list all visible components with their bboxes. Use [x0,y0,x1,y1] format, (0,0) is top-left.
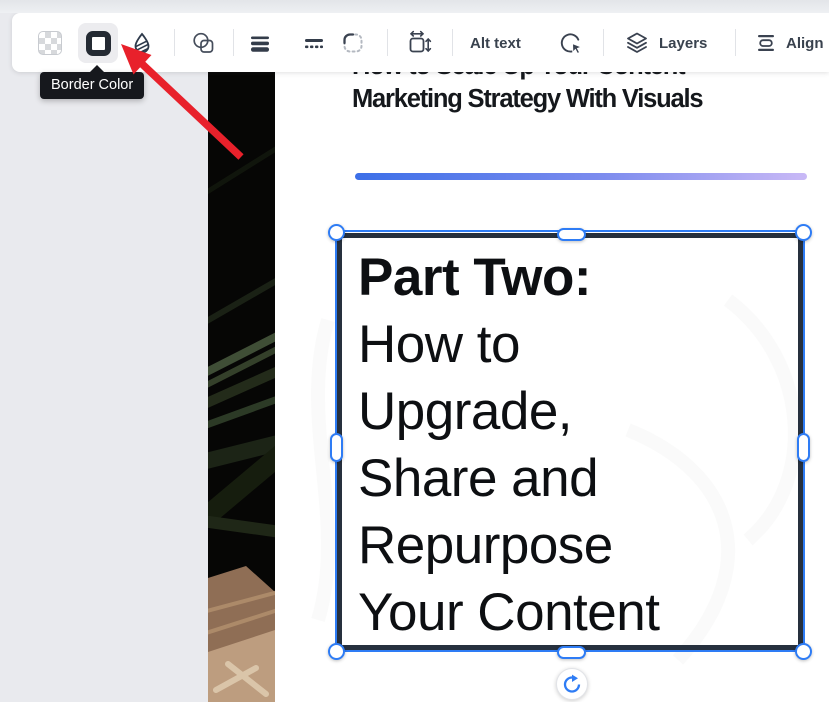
border-color-tooltip: Border Color [40,72,144,99]
border-style-button[interactable] [294,23,334,63]
gradient-divider-line[interactable] [355,173,807,180]
text-line-bold: Part Two: [358,244,798,311]
context-toolbar: Alt text Layers [12,13,829,72]
toolbar-divider [452,29,453,56]
toolbar-divider [387,29,388,56]
click-circle-icon [557,30,584,57]
corner-rounding-icon [341,31,365,55]
text-line: Your Content [358,579,798,646]
resize-handle-top-right[interactable] [795,224,812,241]
resize-icon [406,30,432,56]
text-line: How to [358,311,798,378]
overlap-shapes-button[interactable] [184,23,224,63]
animate-click-button[interactable] [550,23,590,63]
border-color-icon [86,31,111,56]
resize-handle-left[interactable] [330,433,343,462]
resize-handle-top[interactable] [557,228,586,241]
align-button[interactable]: Align [755,23,824,63]
corner-rounding-button[interactable] [333,23,373,63]
selected-text-box[interactable]: Part Two: How to Upgrade, Share and Repu… [337,233,803,650]
droplet-icon [130,31,154,55]
resize-handle-bottom-left[interactable] [328,643,345,660]
toolbar-divider [174,29,175,56]
transparency-grid-button[interactable] [30,23,70,63]
alt-text-label: Alt text [470,35,521,52]
align-icon [755,32,777,54]
layers-button[interactable]: Layers [624,23,707,63]
layers-label: Layers [659,35,707,52]
tooltip-label: Border Color [51,77,133,93]
rotate-icon [560,672,584,696]
border-style-icon [302,31,326,55]
resize-handle-right[interactable] [797,433,810,462]
toolbar-divider [603,29,604,56]
layers-icon [624,31,650,55]
side-panel [0,0,208,702]
border-color-button[interactable] [78,23,118,63]
heading-line2: Marketing Strategy With Visuals [352,83,822,116]
transparency-grid-icon [38,31,62,55]
tooltip-caret [90,65,104,72]
resize-handle-bottom[interactable] [557,646,586,659]
resize-button[interactable] [399,23,439,63]
text-line: Share and [358,445,798,512]
plant-photo-strip[interactable] [208,0,275,702]
toolbar-divider [735,29,736,56]
align-label: Align [786,35,824,52]
alt-text-button[interactable]: Alt text [470,23,521,63]
overlap-shapes-icon [191,31,217,56]
resize-handle-top-left[interactable] [328,224,345,241]
top-bar-edge [0,0,829,13]
rotate-handle[interactable] [556,668,588,700]
toolbar-divider [233,29,234,56]
canva-editor: How to Scale Up Your Content Marketing S… [0,0,829,702]
design-page[interactable]: How to Scale Up Your Content Marketing S… [208,0,829,702]
text-line: Upgrade, [358,378,798,445]
color-droplet-button[interactable] [122,23,162,63]
border-weight-icon [248,31,272,55]
resize-handle-bottom-right[interactable] [795,643,812,660]
text-line: Repurpose [358,512,798,579]
border-weight-button[interactable] [240,23,280,63]
